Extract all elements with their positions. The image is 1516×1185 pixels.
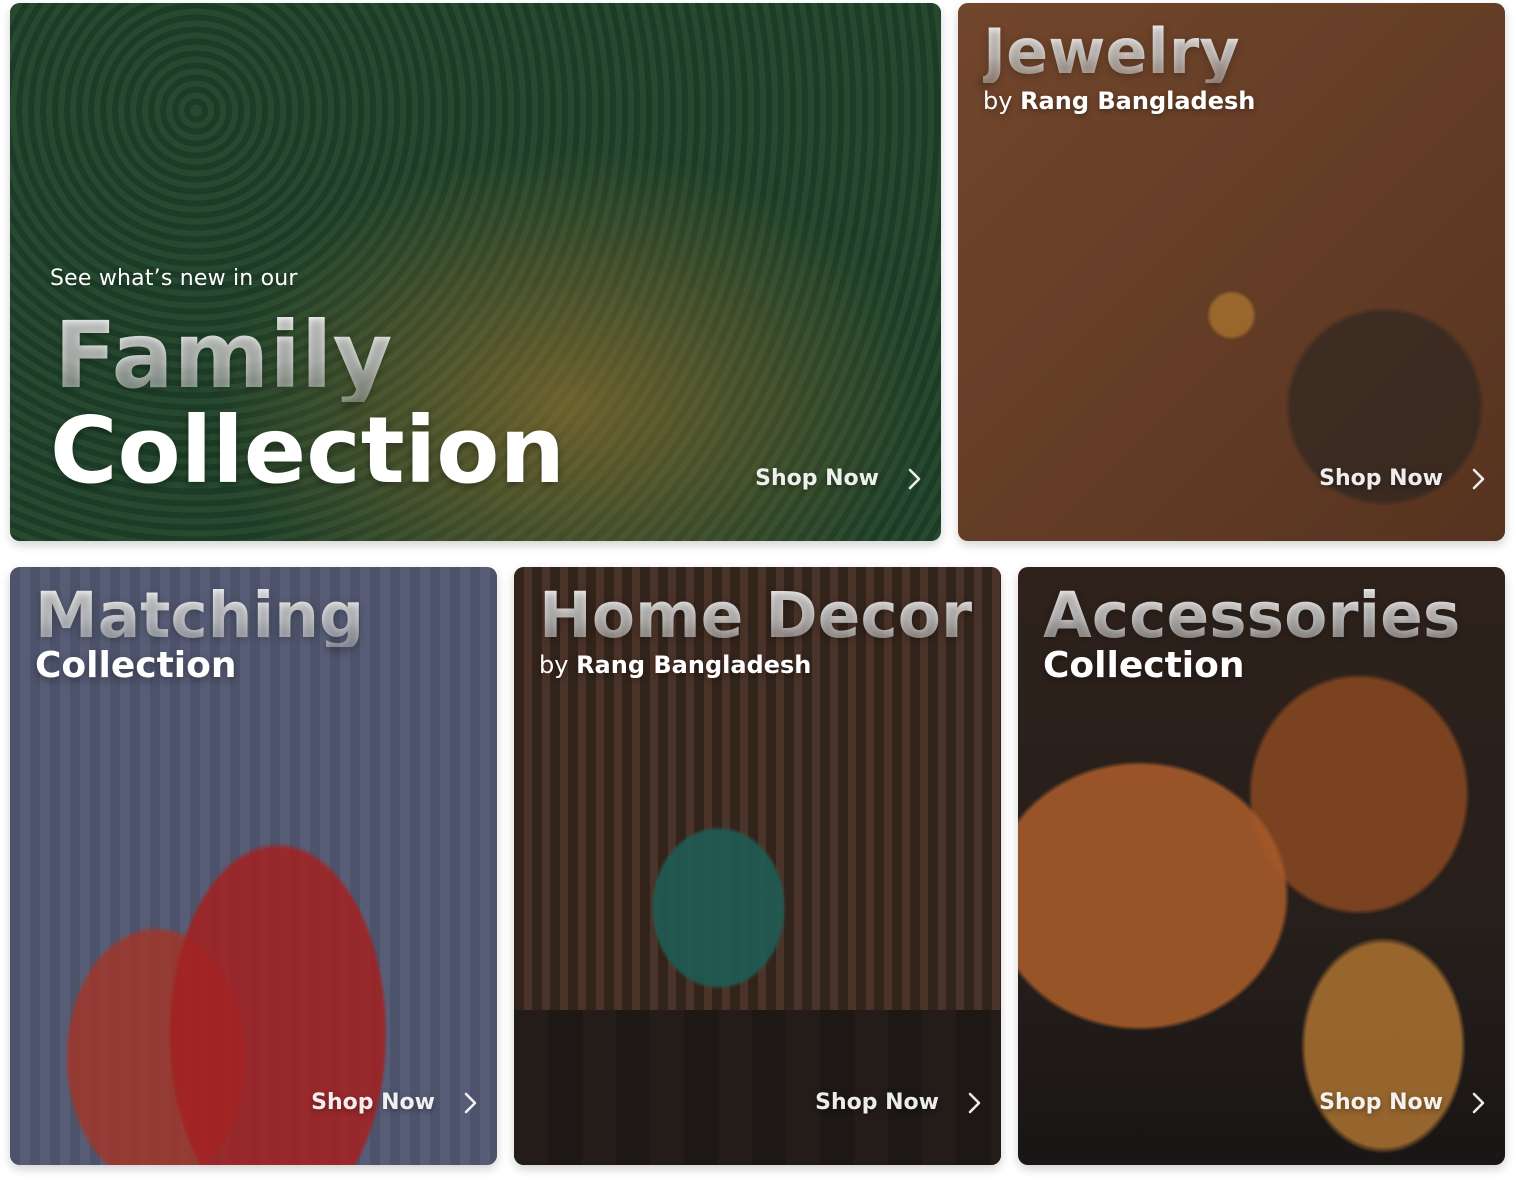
shop-now-label: Shop Now: [1319, 466, 1443, 491]
chevron-right-icon: [1472, 468, 1485, 489]
chevron-right-icon: [908, 468, 921, 489]
chevron-right-icon: [464, 1092, 477, 1113]
matching-collection-card[interactable]: Matching Collection Shop Now: [10, 567, 497, 1165]
family-shop-now-button[interactable]: Shop Now: [755, 466, 923, 491]
image-overlay: [958, 3, 1505, 541]
shop-now-label: Shop Now: [815, 1090, 939, 1115]
jewelry-shop-now-button[interactable]: Shop Now: [1319, 466, 1487, 491]
jewelry-card[interactable]: Jewelry by Rang Bangladesh Shop Now: [958, 3, 1505, 541]
home-decor-card[interactable]: Home Decor by Rang Bangladesh Shop Now: [514, 567, 1001, 1165]
shop-now-label: Shop Now: [1319, 1090, 1443, 1115]
accessories-shop-now-button[interactable]: Shop Now: [1319, 1090, 1487, 1115]
accessories-collection-card[interactable]: Accessories Collection Shop Now: [1018, 567, 1505, 1165]
shop-now-label: Shop Now: [311, 1090, 435, 1115]
home-decor-shop-now-button[interactable]: Shop Now: [815, 1090, 983, 1115]
image-overlay: [514, 567, 1001, 1165]
image-overlay: [1018, 567, 1505, 1165]
collections-grid: See what’s new in our Family Collection …: [0, 0, 1516, 1185]
chevron-right-icon: [1472, 1092, 1485, 1113]
image-overlay: [10, 567, 497, 1165]
chevron-right-icon: [968, 1092, 981, 1113]
matching-shop-now-button[interactable]: Shop Now: [311, 1090, 479, 1115]
family-collection-card[interactable]: See what’s new in our Family Collection …: [10, 3, 941, 541]
shop-now-label: Shop Now: [755, 466, 879, 491]
image-overlay: [10, 3, 941, 541]
